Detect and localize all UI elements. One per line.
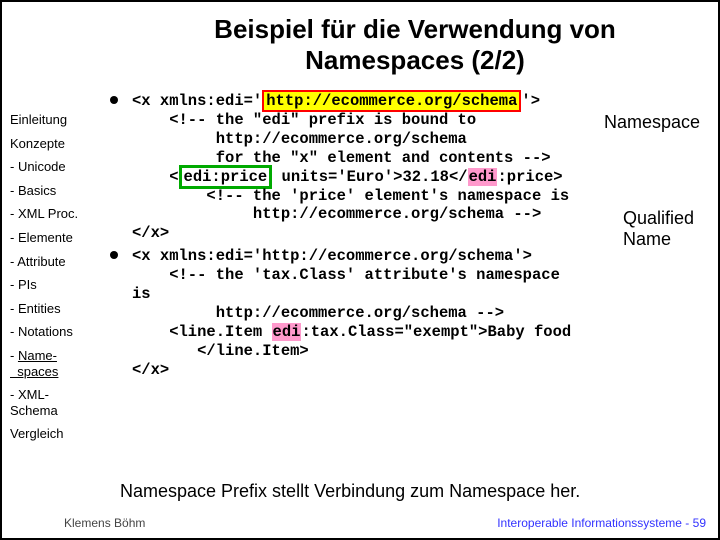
title-line1: Beispiel für die Verwendung von	[214, 14, 616, 44]
sidebar-item: - Notations	[10, 324, 104, 340]
title-line2: Namespaces (2/2)	[305, 45, 525, 75]
footer-author: Klemens Böhm	[64, 516, 145, 530]
content-area: <x xmlns:edi='http://ecommerce.org/schem…	[110, 92, 708, 382]
bullet-icon	[110, 251, 118, 259]
sidebar-item: Konzepte	[10, 136, 104, 152]
sidebar-item: - PIs	[10, 277, 104, 293]
sidebar-item: - Basics	[10, 183, 104, 199]
code-block-2: <x xmlns:edi='http://ecommerce.org/schem…	[132, 247, 708, 379]
sidebar-item: - Elemente	[10, 230, 104, 246]
footer-page: Interoperable Informationssysteme - 59	[497, 516, 706, 530]
sidebar-item: - Name- spaces	[10, 348, 104, 379]
sidebar-outline: Einleitung Konzepte - Unicode - Basics -…	[10, 112, 104, 450]
sidebar-item: - XML- Schema	[10, 387, 104, 418]
edi-prefix-highlight: edi	[468, 168, 498, 186]
bullet-1: <x xmlns:edi='http://ecommerce.org/schem…	[110, 92, 708, 243]
sidebar-item: - Entities	[10, 301, 104, 317]
bullet-icon	[110, 96, 118, 104]
annotation-namespace: Namespace	[604, 112, 700, 133]
bullet-2: <x xmlns:edi='http://ecommerce.org/schem…	[110, 247, 708, 379]
summary-note: Namespace Prefix stellt Verbindung zum N…	[120, 481, 708, 502]
edi-prefix-highlight: edi	[272, 323, 302, 341]
annotation-qualified: QualifiedName	[623, 208, 694, 250]
sidebar-item: - Unicode	[10, 159, 104, 175]
sidebar-item: - Attribute	[10, 254, 104, 270]
slide: Beispiel für die Verwendung von Namespac…	[0, 0, 720, 540]
sidebar-item: - XML Proc.	[10, 206, 104, 222]
slide-title: Beispiel für die Verwendung von Namespac…	[122, 14, 708, 76]
namespace-uri-highlight: http://ecommerce.org/schema	[262, 90, 521, 112]
edi-price-highlight: edi:price	[179, 165, 273, 189]
sidebar-item: Vergleich	[10, 426, 104, 442]
sidebar-item: Einleitung	[10, 112, 104, 128]
